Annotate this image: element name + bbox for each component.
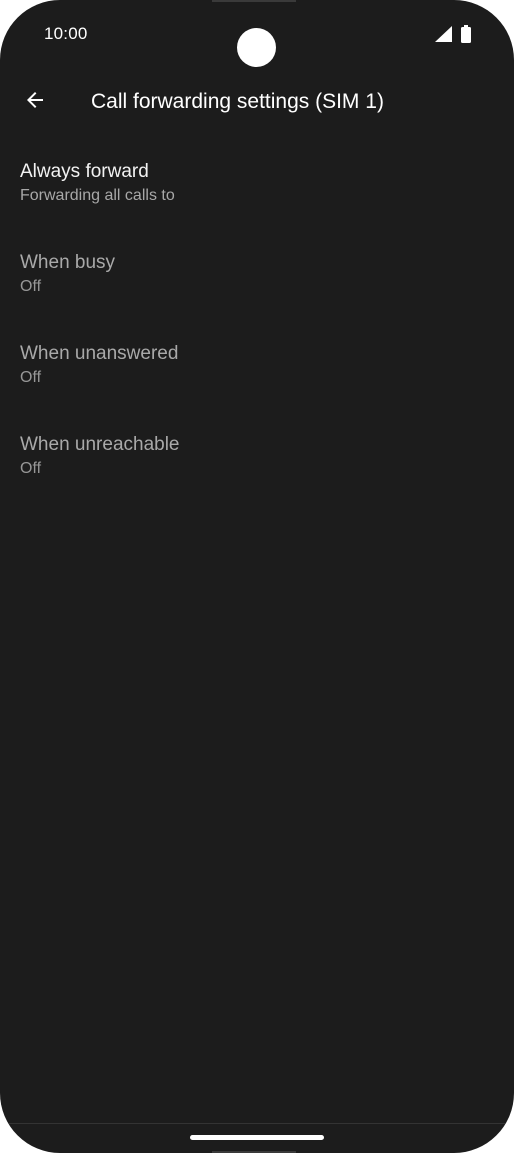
battery-icon <box>461 25 471 43</box>
item-title: Always forward <box>20 161 149 182</box>
item-summary: Off <box>20 460 42 477</box>
gesture-navigation-handle[interactable] <box>190 1135 324 1140</box>
forwarding-options-list: Always forward Forwarding all calls to W… <box>0 145 514 509</box>
arrow-back-icon <box>27 92 43 108</box>
navigation-divider <box>0 1123 514 1124</box>
item-summary: Off <box>20 278 42 295</box>
list-item-when-unanswered[interactable]: When unanswered Off <box>0 327 514 418</box>
status-bar: 10:00 <box>0 0 514 68</box>
item-title: When unreachable <box>20 434 180 455</box>
page-title: Call forwarding settings (SIM 1) <box>91 90 384 113</box>
list-item-always-forward[interactable]: Always forward Forwarding all calls to <box>0 145 514 236</box>
app-bar: Call forwarding settings (SIM 1) <box>0 70 514 136</box>
phone-screen: 10:00 Call forwarding settings (SIM 1) A… <box>0 0 514 1153</box>
list-item-when-busy[interactable]: When busy Off <box>0 236 514 327</box>
cellular-signal-icon <box>435 26 452 42</box>
item-summary: Forwarding all calls to <box>20 187 175 204</box>
list-item-when-unreachable[interactable]: When unreachable Off <box>0 418 514 509</box>
item-title: When busy <box>20 252 116 273</box>
item-title: When unanswered <box>20 343 179 364</box>
item-summary: Off <box>20 369 42 386</box>
back-button[interactable] <box>14 79 56 121</box>
camera-cutout <box>237 28 276 67</box>
status-time: 10:00 <box>44 24 88 43</box>
